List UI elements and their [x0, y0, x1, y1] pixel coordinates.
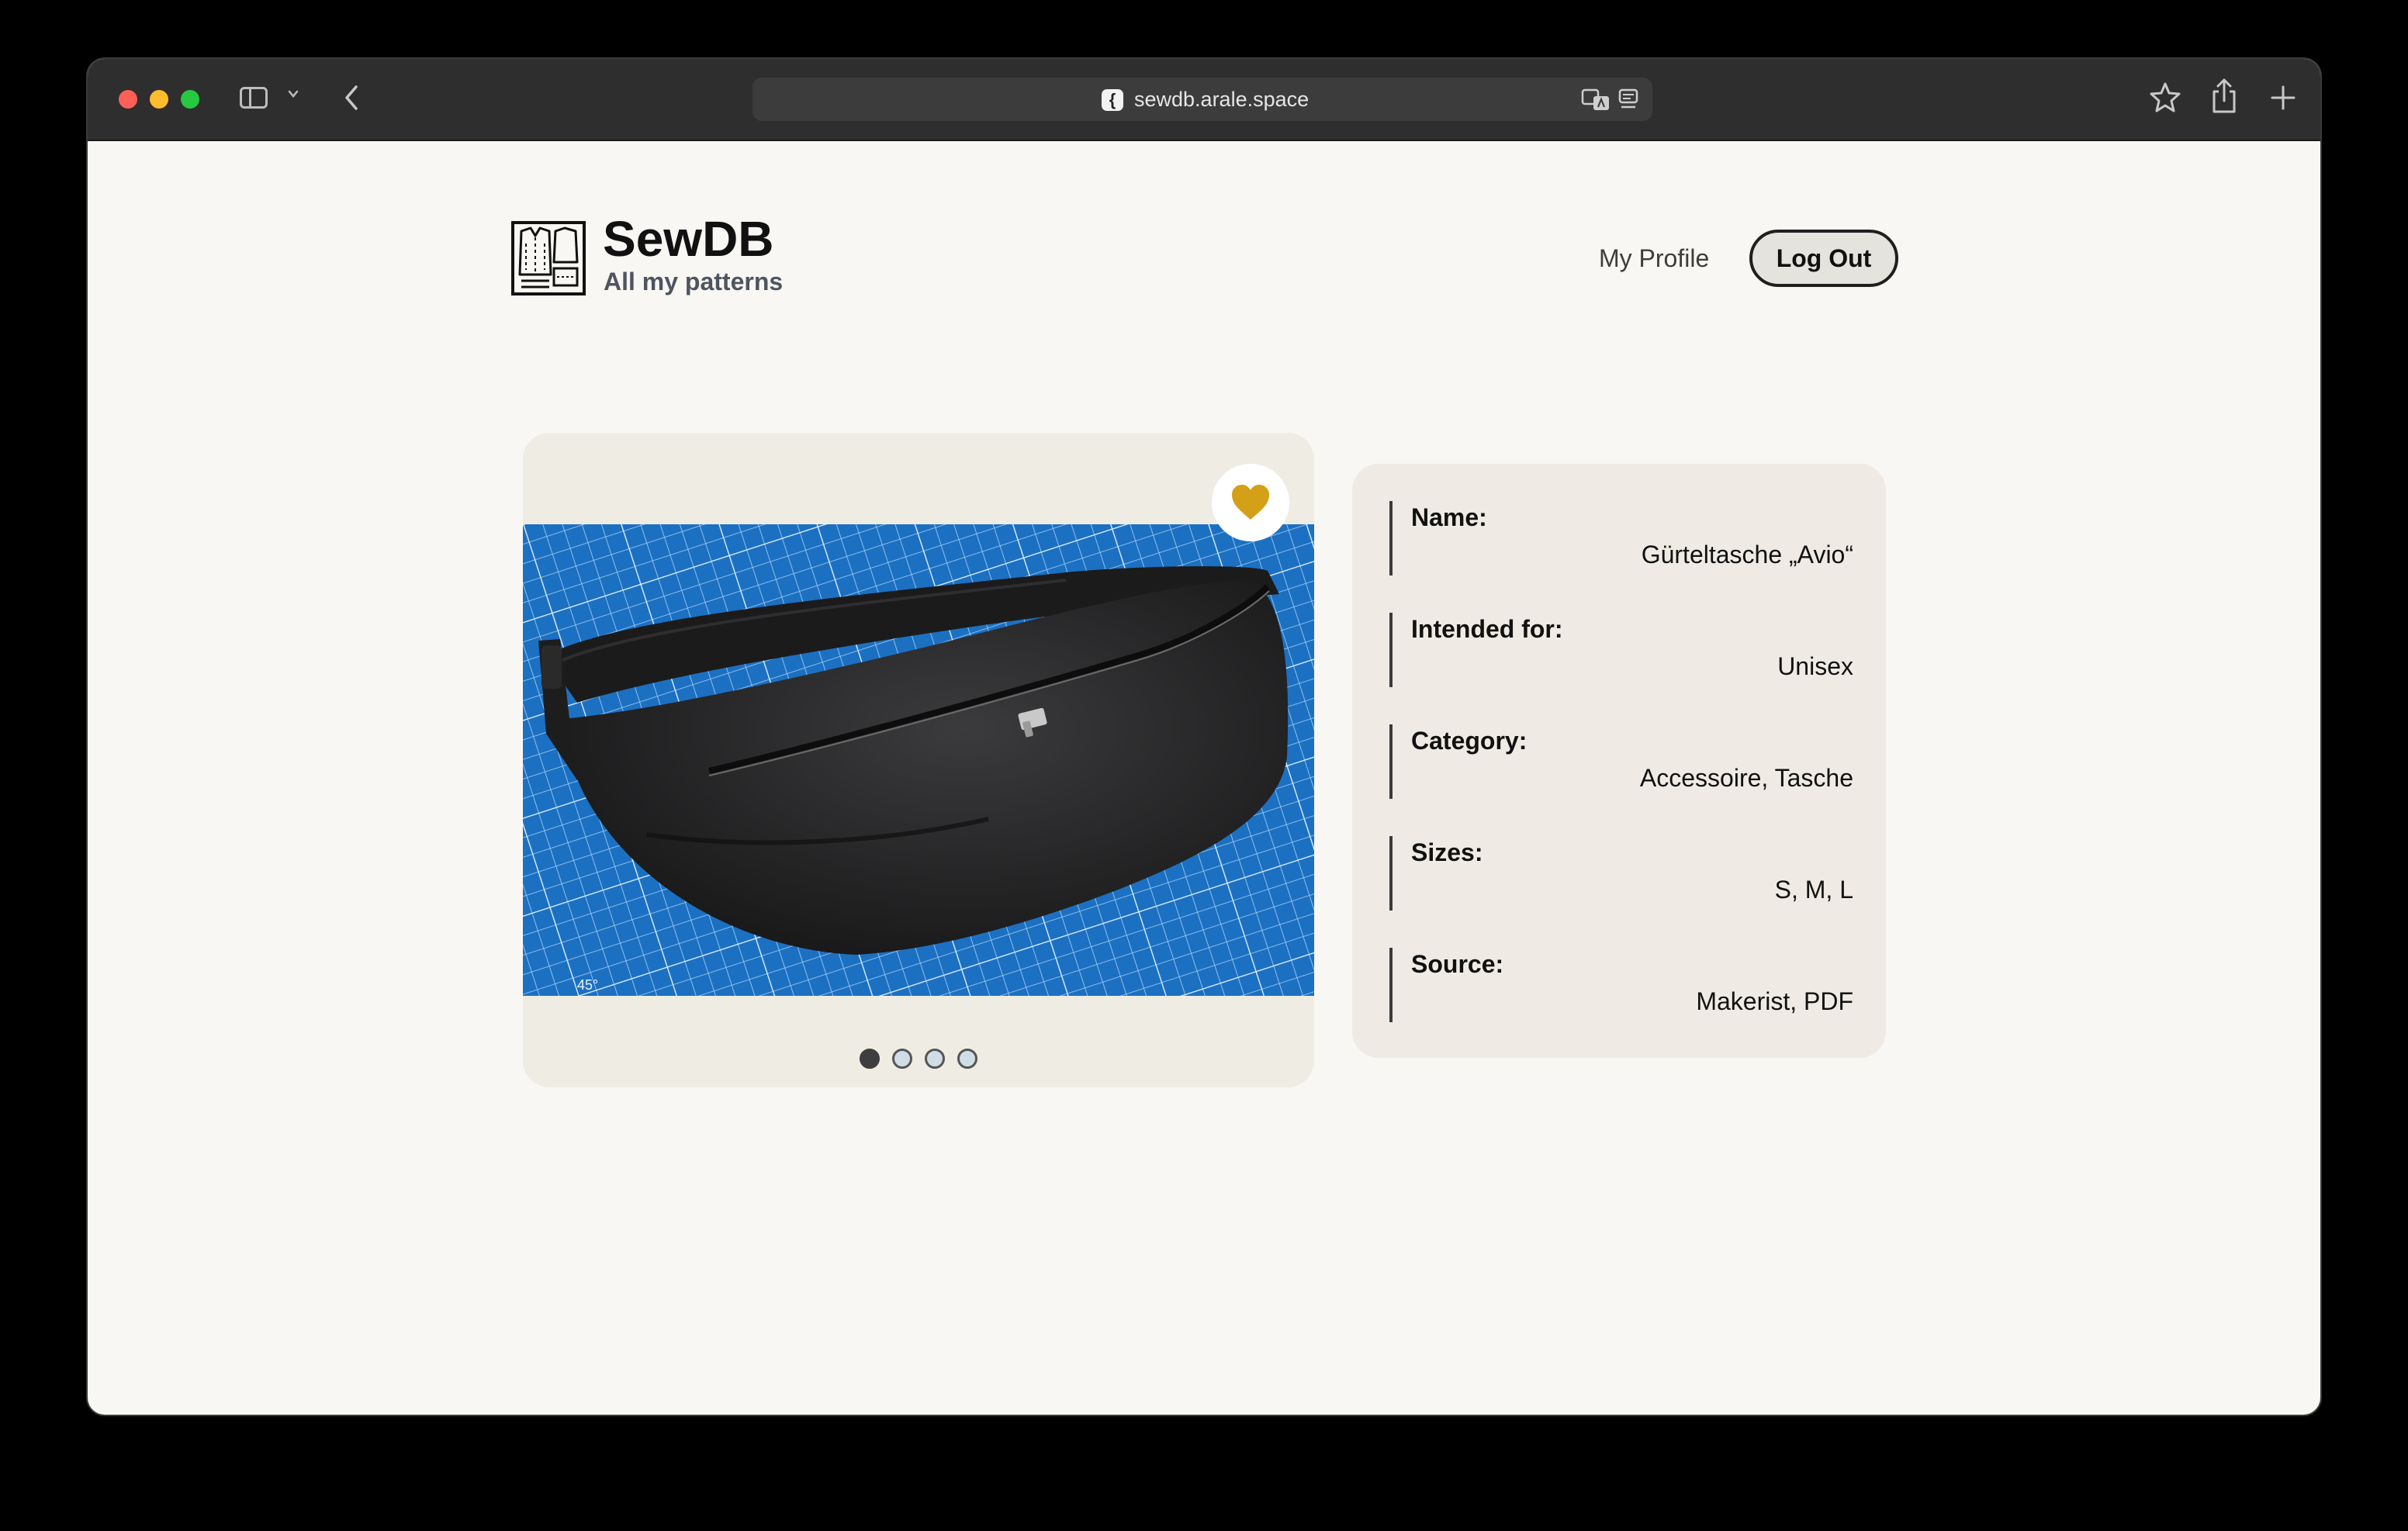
minimize-window-button[interactable] — [150, 90, 168, 109]
chevron-down-icon[interactable] — [288, 88, 299, 99]
sewing-pattern-logo-icon[interactable] — [510, 220, 586, 296]
favorite-button[interactable] — [1212, 464, 1289, 541]
log-out-button[interactable]: Log Out — [1749, 230, 1898, 287]
page-content: SewDB All my patterns My Profile Log Out — [88, 141, 2320, 1415]
carousel-dot[interactable] — [957, 1049, 977, 1069]
close-window-button[interactable] — [119, 90, 137, 109]
pattern-photo[interactable]: 45° — [523, 524, 1314, 996]
carousel-pagination — [523, 1049, 1314, 1072]
plus-icon[interactable] — [2268, 82, 2299, 113]
field-label: Name: — [1411, 503, 1487, 531]
browser-toolbar: { sewdb.arale.space — [88, 59, 2320, 141]
field-category: Category: Accessoire, Tasche — [1389, 724, 1853, 799]
site-favicon-icon: { — [1102, 89, 1123, 111]
field-name: Name: Gürteltasche „Avio“ — [1389, 501, 1853, 575]
pattern-image-carousel: 45° — [523, 433, 1314, 1087]
field-value: Accessoire, Tasche — [1639, 764, 1853, 792]
address-bar[interactable]: { sewdb.arale.space — [752, 78, 1652, 121]
url-text: sewdb.arale.space — [1134, 88, 1310, 111]
carousel-dot[interactable] — [892, 1049, 912, 1069]
field-label: Intended for: — [1411, 615, 1563, 643]
field-label: Sizes: — [1411, 838, 1483, 866]
field-source: Source: Makerist, PDF — [1389, 948, 1853, 1022]
share-icon[interactable] — [2209, 78, 2240, 115]
star-icon[interactable] — [2148, 81, 2182, 115]
my-profile-link[interactable]: My Profile — [1599, 244, 1709, 273]
field-label: Source: — [1411, 950, 1504, 978]
site-title[interactable]: SewDB — [603, 211, 774, 267]
field-label: Category: — [1411, 727, 1527, 755]
field-sizes: Sizes: S, M, L — [1389, 836, 1853, 911]
field-intended-for: Intended for: Unisex — [1389, 613, 1853, 687]
pattern-details-card: Name: Gürteltasche „Avio“ Intended for: … — [1352, 464, 1886, 1058]
back-arrow-icon[interactable] — [341, 82, 364, 113]
mat-marking-text: 45° — [577, 977, 598, 993]
field-value: Gürteltasche „Avio“ — [1641, 541, 1853, 569]
heart-icon — [1232, 485, 1269, 520]
carousel-dot[interactable] — [925, 1049, 945, 1069]
browser-window: { sewdb.arale.space SewDB All my pattern… — [88, 59, 2320, 1415]
carousel-dot[interactable] — [860, 1049, 880, 1069]
field-value: Unisex — [1777, 652, 1853, 680]
field-value: S, M, L — [1774, 876, 1853, 904]
reader-mode-icon[interactable] — [1618, 88, 1638, 110]
zoom-window-button[interactable] — [181, 90, 199, 109]
site-subtitle[interactable]: All my patterns — [604, 267, 783, 296]
translate-icon[interactable] — [1581, 88, 1611, 112]
field-value: Makerist, PDF — [1696, 987, 1853, 1015]
sidebar-toggle-icon[interactable] — [240, 87, 268, 109]
